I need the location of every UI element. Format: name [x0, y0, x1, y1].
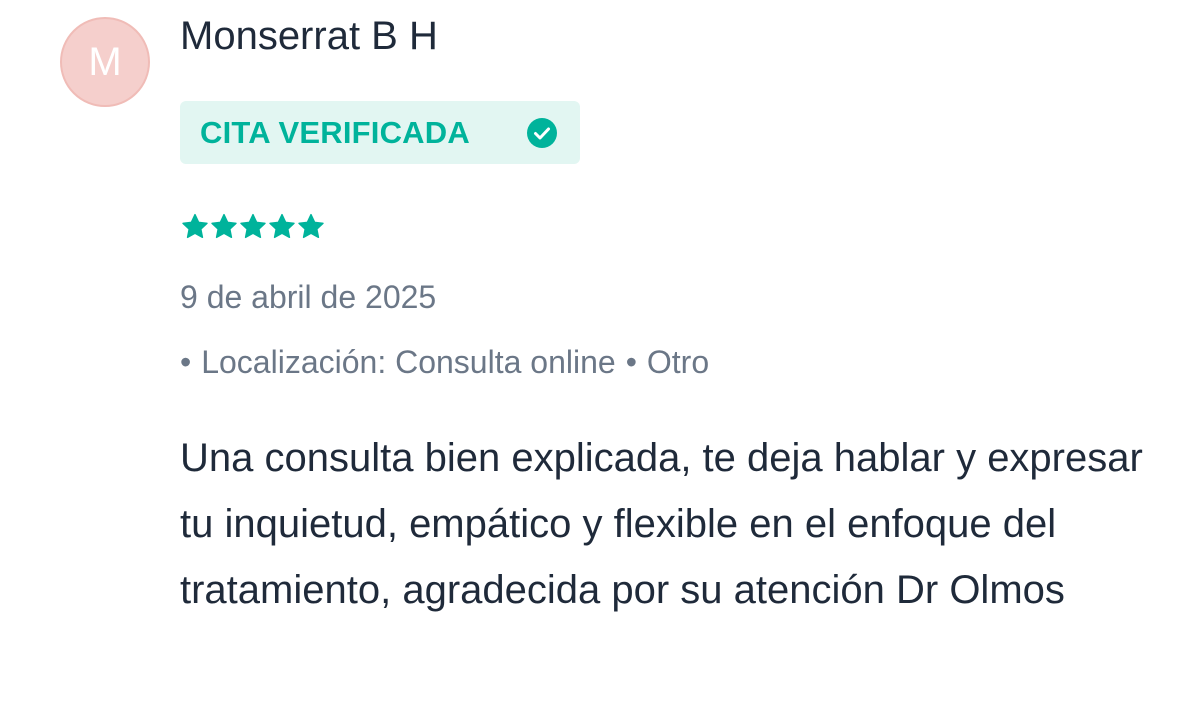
star-icon	[269, 213, 295, 239]
verified-badge-label: CITA VERIFICADA	[200, 114, 470, 150]
star-icon	[298, 213, 324, 239]
reviewer-name: Monserrat B H	[180, 14, 438, 58]
location-text: Localización: Consulta online	[201, 344, 616, 380]
service-text: Otro	[646, 344, 710, 380]
review-text: Una consulta bien explicada, te deja hab…	[180, 436, 1143, 612]
avatar-initial: M	[88, 39, 122, 84]
verified-appointment-badge: CITA VERIFICADA	[180, 101, 580, 164]
meta-bullet: •	[625, 344, 637, 380]
star-icon	[211, 213, 237, 239]
star-icon	[182, 213, 208, 239]
meta-bullet: •	[180, 344, 192, 380]
review-date: 9 de abril de 2025	[180, 279, 437, 315]
rating-stars	[181, 212, 325, 241]
review-meta: • Localización: Consulta online • Otro	[180, 343, 709, 381]
star-icon	[240, 213, 266, 239]
check-circle-icon	[527, 118, 557, 148]
avatar: M	[60, 17, 150, 107]
